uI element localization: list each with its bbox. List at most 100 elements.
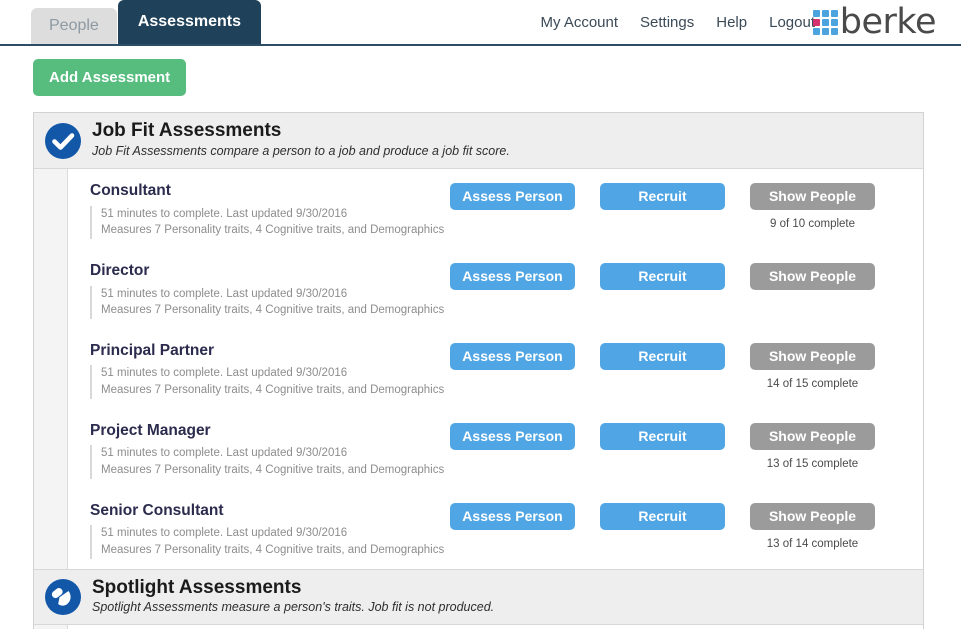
assessment-description: 51 minutes to complete. Last updated 9/3… [90,205,450,239]
assess-person-button[interactable]: Assess Person [450,342,575,370]
nav-link-logout[interactable]: Logout [769,14,815,31]
assessment-description: 51 minutes to complete. Last updated 9/3… [90,525,450,559]
assess-person-button[interactable]: Assess Person [450,183,575,210]
assess-person-column: Assess Person [450,262,575,290]
completion-status: 9 of 10 complete [769,218,856,230]
group-body-spotlight: Basic 46 minutes to complete. Last updat… [34,624,923,629]
show-people-button[interactable]: Show People [750,502,875,530]
recruit-button[interactable]: Recruit [600,183,725,210]
assessment-measures-line: Measures 7 Personality traits, 4 Cogniti… [101,384,445,397]
table-row: Principal Partner 51 minutes to complete… [68,329,923,409]
recruit-column: Recruit [575,422,725,450]
spotlight-icon [45,578,81,615]
table-row: Senior Consultant 51 minutes to complete… [68,489,923,569]
group-title: Job Fit Assessments [92,120,282,142]
assess-person-column: Assess Person [450,422,575,450]
assessment-row-list-spotlight: Basic 46 minutes to complete. Last updat… [68,625,923,629]
assessment-name: Senior Consultant [90,501,224,519]
table-row: Director 51 minutes to complete. Last up… [68,249,923,329]
assessment-measures-line: Measures 7 Personality traits, 4 Cogniti… [101,464,445,477]
tab-assessments[interactable]: Assessments [117,0,261,44]
table-row: Consultant 51 minutes to complete. Last … [68,169,923,249]
assessment-duration-line: 51 minutes to complete. Last updated 9/3… [101,447,348,460]
recruit-column: Recruit [575,342,725,370]
assessment-description: 51 minutes to complete. Last updated 9/3… [90,365,450,399]
group-body-job-fit: Consultant 51 minutes to complete. Last … [34,169,923,569]
assessment-actions: Assess Person Recruit Show People 9 of 1… [450,181,875,230]
tab-assessments-label: Assessments [137,13,241,30]
tab-people-label: People [49,17,99,34]
assessment-info: Director 51 minutes to complete. Last up… [90,261,450,319]
show-people-button[interactable]: Show People [750,262,875,290]
assessment-name: Consultant [90,182,171,199]
assessment-duration-line: 51 minutes to complete. Last updated 9/3… [101,207,348,220]
recruit-button[interactable]: Recruit [600,422,725,450]
recruit-button[interactable]: Recruit [600,262,725,290]
assessment-info: Project Manager 51 minutes to complete. … [90,421,450,479]
assess-person-column: Assess Person [450,502,575,530]
group-title: Spotlight Assessments [92,576,302,598]
group-text-job-fit: Job Fit Assessments Job Fit Assessments … [92,120,510,160]
check-circle-icon [45,122,81,159]
group-header-spotlight: Spotlight Assessments Spotlight Assessme… [34,568,923,625]
show-people-button[interactable]: Show People [750,422,875,450]
assessment-measures-line: Measures 7 Personality traits, 4 Cogniti… [101,224,445,237]
completion-status: 13 of 14 complete [766,537,859,550]
assessment-actions: Assess Person Recruit Show People 13 of … [450,501,875,550]
recruit-column: Recruit [575,502,725,530]
assessment-name: Principal Partner [90,341,215,359]
assess-person-button[interactable]: Assess Person [450,502,575,530]
assessment-actions: Assess Person Recruit Show People 13 of … [450,421,875,470]
recruit-button[interactable]: Recruit [600,502,725,530]
assessment-duration-line: 51 minutes to complete. Last updated 9/3… [101,367,348,380]
assessment-info: Senior Consultant 51 minutes to complete… [90,501,450,559]
group-text-spotlight: Spotlight Assessments Spotlight Assessme… [92,577,494,617]
main-tab-list: People Assessments [31,0,261,44]
action-bar: Add Assessment [0,46,961,96]
add-assessment-button[interactable]: Add Assessment [33,59,187,96]
assess-person-button[interactable]: Assess Person [450,422,575,450]
show-people-column: Show People 14 of 15 complete [750,342,875,390]
brand-wordmark: berke [839,2,937,42]
top-navigation-bar: People Assessments My Account Settings H… [0,0,961,46]
nav-link-settings[interactable]: Settings [640,14,694,31]
recruit-column: Recruit [575,262,725,290]
show-people-button[interactable]: Show People [750,183,875,210]
tab-people[interactable]: People [31,8,117,44]
assessment-measures-line: Measures 7 Personality traits, 4 Cogniti… [101,304,445,317]
assessment-duration-line: 51 minutes to complete. Last updated 9/3… [101,287,348,300]
assessment-info: Consultant 51 minutes to complete. Last … [90,181,450,239]
show-people-column: Show People 13 of 15 complete [750,422,875,470]
recruit-button[interactable]: Recruit [600,342,725,370]
assess-person-column: Assess Person [450,183,575,210]
assess-person-button[interactable]: Assess Person [450,262,575,290]
group-header-job-fit: Job Fit Assessments Job Fit Assessments … [34,113,923,169]
berke-dots-icon [812,10,838,35]
assessment-measures-line: Measures 7 Personality traits, 4 Cogniti… [101,544,445,557]
completion-status: 13 of 15 complete [766,457,859,470]
recruit-column: Recruit [575,183,725,210]
show-people-column: Show People [750,262,875,298]
completion-status: 14 of 15 complete [766,377,859,390]
assessment-name: Project Manager [90,421,211,439]
show-people-button[interactable]: Show People [750,342,875,370]
group-gutter [34,624,68,629]
nav-link-help[interactable]: Help [716,14,747,31]
show-people-column: Show People 13 of 14 complete [750,502,875,550]
group-subtitle: Spotlight Assessments measure a person's… [92,600,495,615]
assessment-description: 51 minutes to complete. Last updated 9/3… [90,445,450,479]
table-row: Project Manager 51 minutes to complete. … [68,409,923,489]
brand-logo[interactable]: berke [812,2,937,42]
assessment-duration-line: 51 minutes to complete. Last updated 9/3… [101,527,348,540]
show-people-column: Show People 9 of 10 complete [750,183,875,230]
utility-nav-links: My Account Settings Help Logout [541,14,816,31]
group-subtitle: Job Fit Assessments compare a person to … [92,144,510,159]
assessment-info: Principal Partner 51 minutes to complete… [90,341,450,399]
assess-person-column: Assess Person [450,342,575,370]
table-row: Basic 46 minutes to complete. Last updat… [68,625,923,629]
nav-link-my-account[interactable]: My Account [541,14,619,31]
assessment-actions: Assess Person Recruit Show People 14 of … [450,341,875,390]
group-gutter [34,169,68,569]
assessment-description: 51 minutes to complete. Last updated 9/3… [90,285,450,319]
assessment-actions: Assess Person Recruit Show People [450,261,875,298]
